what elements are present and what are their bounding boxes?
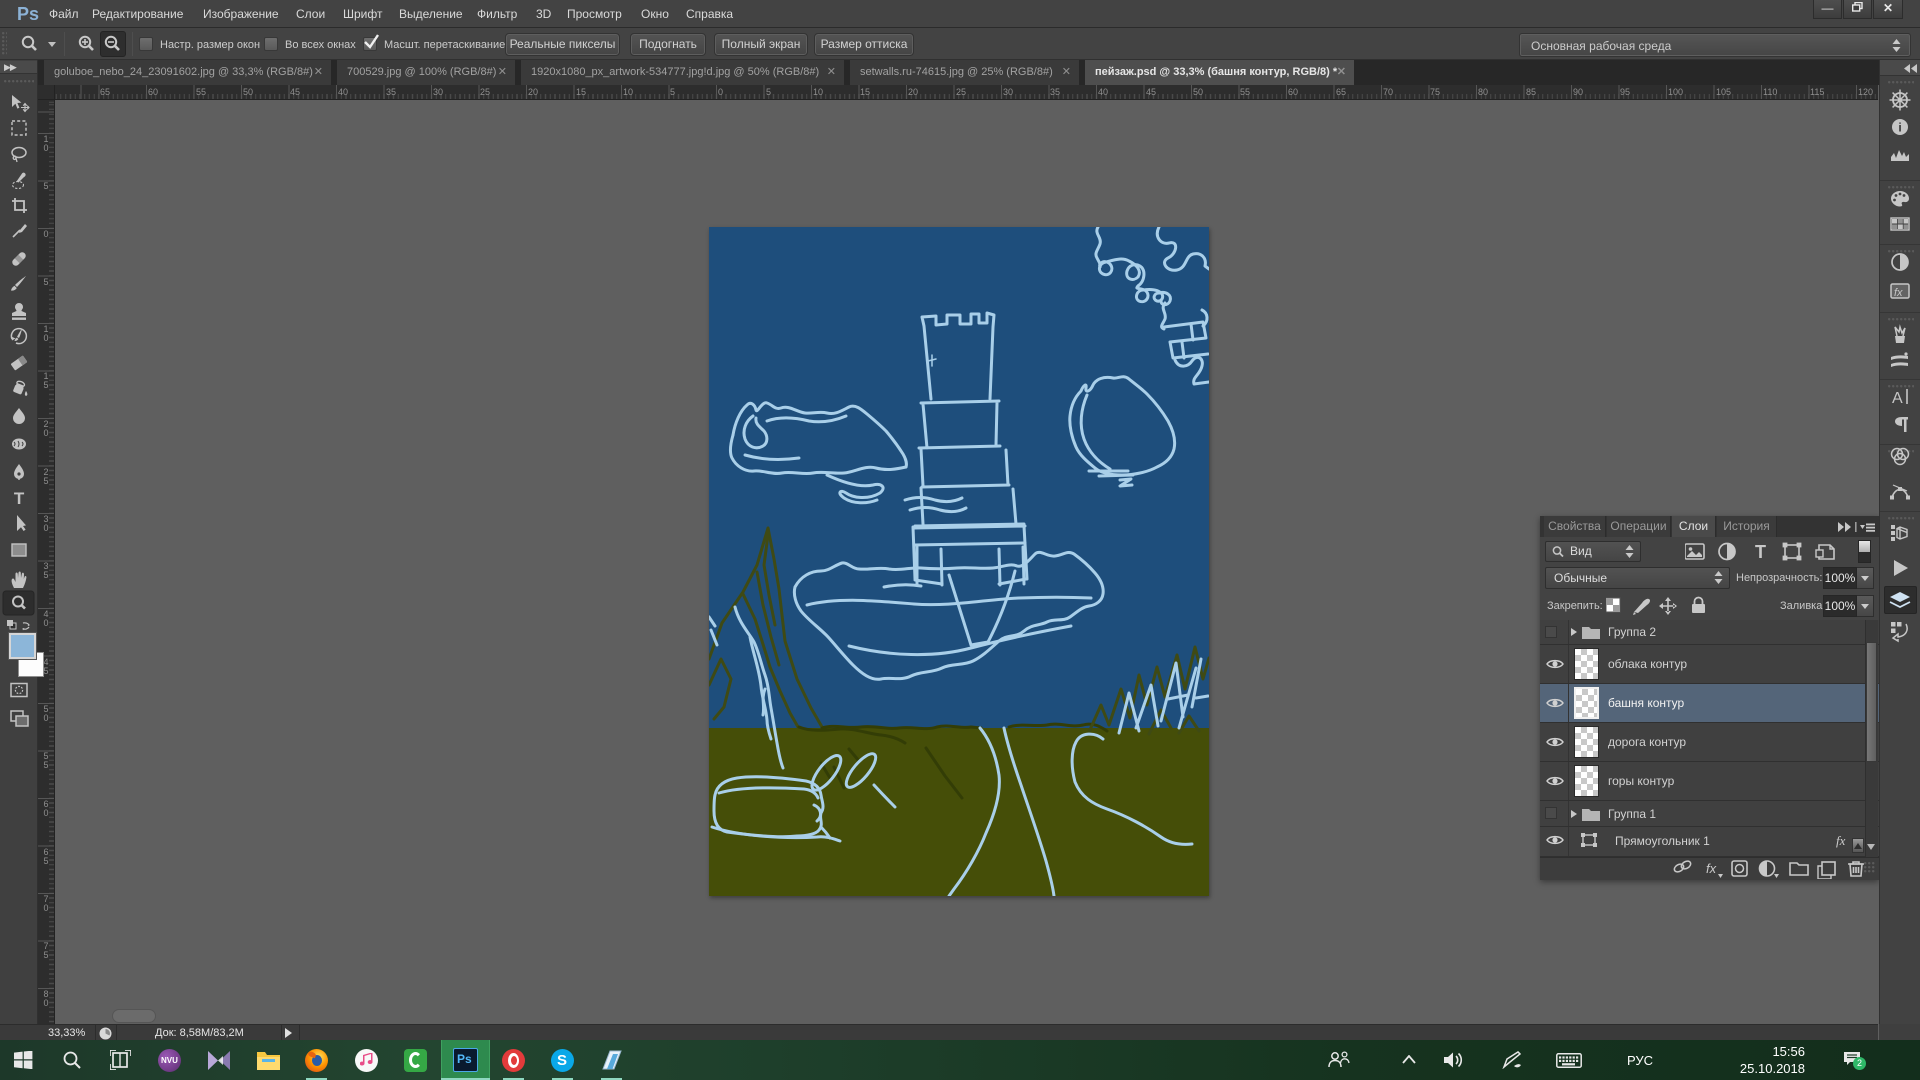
svg-text:T: T bbox=[14, 489, 25, 508]
svg-text:fx: fx bbox=[1706, 861, 1717, 876]
svg-text:i: i bbox=[1898, 121, 1901, 135]
svg-text:fx: fx bbox=[1894, 287, 1903, 299]
svg-text:A: A bbox=[1892, 390, 1903, 407]
svg-text:T: T bbox=[1755, 542, 1766, 562]
